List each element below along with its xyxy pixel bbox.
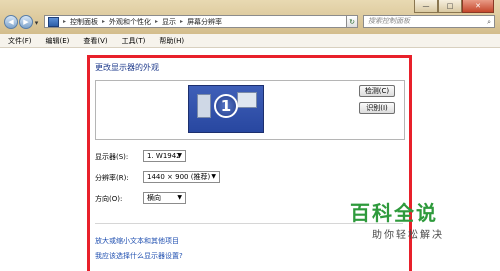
search-placeholder: 搜索控制面板 bbox=[368, 17, 410, 25]
maximize-button[interactable]: □ bbox=[438, 0, 462, 13]
window-titlebar: — □ ✕ ◀ ▶ ▾ ▸ 控制面板 ▸ 外观和个性化 ▸ 显示 ▸ 屏幕分辨率… bbox=[0, 0, 500, 34]
back-icon[interactable]: ◀ bbox=[4, 15, 18, 29]
control-panel-icon bbox=[48, 16, 59, 27]
menu-file[interactable]: 文件(F) bbox=[8, 36, 32, 46]
watermark-subtitle: 助你轻松解决 bbox=[372, 230, 444, 241]
menu-bar: 文件(F) 编辑(E) 查看(V) 工具(T) 帮助(H) bbox=[0, 34, 500, 48]
watermark-title: 百科全说 bbox=[350, 201, 438, 225]
recent-pages-chevron-icon[interactable]: ▾ bbox=[33, 19, 40, 27]
address-bar[interactable]: ▸ 控制面板 ▸ 外观和个性化 ▸ 显示 ▸ 屏幕分辨率 ▾ bbox=[44, 15, 354, 28]
breadcrumb-appearance[interactable]: 外观和个性化 bbox=[109, 17, 151, 27]
menu-edit[interactable]: 编辑(E) bbox=[46, 36, 70, 46]
window-controls: — □ ✕ bbox=[414, 0, 494, 13]
minimize-button[interactable]: — bbox=[414, 0, 438, 13]
menu-tools[interactable]: 工具(T) bbox=[122, 36, 146, 46]
breadcrumb-display[interactable]: 显示 bbox=[162, 17, 176, 27]
search-icon[interactable]: ⌕ bbox=[487, 17, 491, 28]
breadcrumb-screen-resolution[interactable]: 屏幕分辨率 bbox=[187, 17, 222, 27]
refresh-icon[interactable]: ↻ bbox=[346, 15, 358, 28]
close-button[interactable]: ✕ bbox=[462, 0, 494, 13]
highlight-frame bbox=[87, 55, 412, 271]
menu-help[interactable]: 帮助(H) bbox=[159, 36, 184, 46]
search-input[interactable]: 搜索控制面板 ⌕ bbox=[363, 15, 495, 28]
forward-icon[interactable]: ▶ bbox=[19, 15, 33, 29]
menu-view[interactable]: 查看(V) bbox=[83, 36, 107, 46]
breadcrumb-control-panel[interactable]: 控制面板 bbox=[70, 17, 98, 27]
